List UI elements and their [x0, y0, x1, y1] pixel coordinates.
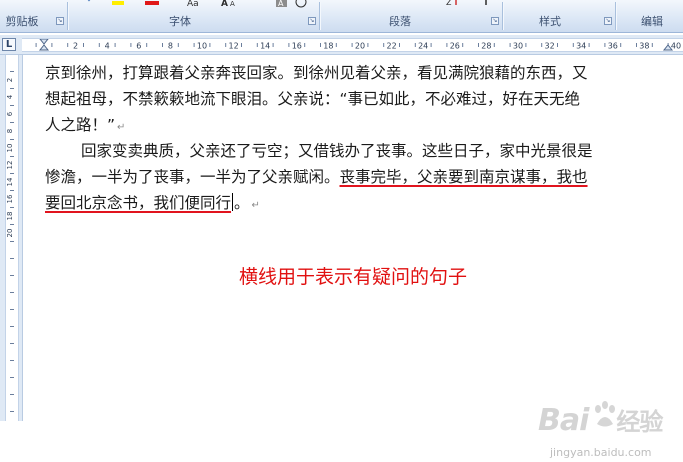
- ribbon-separator: [615, 2, 616, 30]
- vertical-ruler-bar[interactable]: 2 4 6 8 10 12 14 16 18 20: [5, 55, 19, 421]
- text-run: 人之路！”: [45, 116, 116, 134]
- document-page[interactable]: 京到徐州，打算跟着父亲奔丧回家。到徐州见着父亲，看见满院狼藉的东西，又 想起祖母…: [23, 55, 683, 459]
- format-painter-icon[interactable]: [48, 0, 60, 4]
- ribbon-separator: [67, 2, 68, 30]
- ribbon-group-styles-label: 样式: [539, 15, 561, 28]
- svg-text:A: A: [230, 0, 235, 8]
- styles-launcher-icon[interactable]: ↘: [604, 17, 612, 25]
- ruler-tick-label: 10: [197, 42, 207, 51]
- enclose-char-icon[interactable]: [294, 0, 308, 8]
- ruler-ticks: 2 4 6 8 10 12 14 16 18 20 22 24 26 28 30 32 34 36 38 40: [35, 39, 681, 51]
- text-line: 惨澹，一半为了丧事，一半为了父亲赋闲。丧事完毕，父亲要到南京谋事，我也: [45, 164, 665, 190]
- vertical-ruler: 2 4 6 8 10 12 14 16 18 20: [0, 55, 23, 421]
- svg-text:A: A: [278, 0, 284, 8]
- ruler-tick-label: 32: [545, 42, 555, 51]
- underlined-text-run: 丧事完毕，父亲要到南京谋事，我也: [339, 168, 588, 186]
- ruler-tick-label: 24: [418, 42, 428, 51]
- text-line: 回家变卖典质，父亲还了亏空；又借钱办了丧事。这些日子，家中光景很是: [45, 138, 665, 164]
- text-run: 想起祖母，不禁簌簌地流下眼泪。父亲说：“事已如此，不必难过，好在天无绝: [45, 90, 581, 108]
- text-line: 人之路！” ↵: [45, 112, 665, 138]
- text-run: 惨澹，一半为了丧事，一半为了父亲赋闲。: [45, 168, 340, 186]
- text-cursor: [232, 193, 234, 211]
- ribbon-group-editing-label: 编辑: [641, 15, 663, 28]
- ruler-tick-label: 6: [136, 42, 141, 51]
- vruler-tick-label: 20: [6, 229, 14, 238]
- ruler-tick-label: 4: [105, 42, 110, 51]
- ribbon-group-clipboard-label: 剪贴板: [5, 15, 39, 28]
- underlined-text-run: 要回北京念书，我们便同行: [45, 194, 232, 212]
- font-color-icon[interactable]: [144, 0, 160, 6]
- vruler-tick-label: 2: [6, 78, 14, 82]
- paragraph-mark-icon: ↵: [251, 200, 260, 211]
- watermark-url: jingyan.baidu.com: [550, 446, 652, 459]
- vertical-ruler-ticks: 2 4 6 8 10 12 14 16 18 20: [6, 71, 14, 412]
- vruler-tick-label: 12: [6, 161, 14, 170]
- vruler-tick-label: 18: [6, 212, 14, 221]
- vruler-tick-label: 8: [6, 129, 14, 133]
- svg-text:Aa: Aa: [187, 0, 199, 8]
- ribbon-separator: [502, 2, 503, 30]
- ruler-tick-label: 26: [450, 42, 460, 51]
- svg-text:A: A: [221, 0, 228, 8]
- svg-text:Z: Z: [446, 0, 452, 7]
- ruler-tick-label: 8: [168, 42, 173, 51]
- text-run: 京到徐州，打算跟着父亲奔丧回家。到徐州见着父亲，看见满院狼藉的东西，又: [45, 64, 588, 82]
- clipboard-launcher-icon[interactable]: ↘: [56, 17, 64, 25]
- show-marks-icon[interactable]: [480, 0, 492, 7]
- ruler-tick-label: 12: [229, 42, 239, 51]
- paragraph-mark-icon: ↵: [117, 122, 126, 133]
- ruler-tick-label: 30: [513, 42, 523, 51]
- text-line: 京到徐州，打算跟着父亲奔丧回家。到徐州见着父亲，看见满院狼藉的东西，又: [45, 60, 665, 86]
- grow-font-icon[interactable]: AA: [221, 0, 241, 8]
- document-body[interactable]: 京到徐州，打算跟着父亲奔丧回家。到徐州见着父亲，看见满院狼藉的东西，又 想起祖母…: [45, 60, 665, 216]
- vruler-tick-label: 6: [6, 111, 14, 116]
- ruler-tick-label: 18: [323, 42, 333, 51]
- ruler-tick-label: 16: [292, 42, 302, 51]
- font-launcher-icon[interactable]: ↘: [308, 17, 316, 25]
- paragraph-launcher-icon[interactable]: ↘: [491, 17, 499, 25]
- sort-icon[interactable]: Z: [446, 0, 460, 7]
- annotation-text: 横线用于表示有疑问的句子: [238, 266, 467, 288]
- highlight-icon[interactable]: [110, 0, 126, 6]
- first-line-indent-marker[interactable]: [39, 39, 49, 45]
- ruler-bar[interactable]: 2 4 6 8 10 12 14 16 18 20 22 24 26 28 30 32 34 36 38 40: [22, 38, 683, 52]
- vruler-tick-label: 10: [6, 144, 14, 153]
- ruler-tick-label: 40: [671, 42, 681, 51]
- hanging-indent-marker[interactable]: [38, 44, 50, 51]
- tab-selector-button[interactable]: L: [2, 38, 16, 51]
- clear-format-icon[interactable]: [82, 0, 96, 4]
- ruler-tick-label: 22: [387, 42, 397, 51]
- ruler-tick-label: 20: [355, 42, 365, 51]
- ruler-tick-label: 2: [73, 42, 78, 51]
- ruler-tick-label: 28: [481, 42, 491, 51]
- text-run: 回家变卖典质，父亲还了亏空；又借钱办了丧事。这些日子，家中光景很是: [81, 142, 593, 160]
- ruler-tick-label: 34: [576, 42, 586, 51]
- baidu-jingyan-watermark: Bai 经验 jingyan.baidu.com: [538, 400, 683, 462]
- ribbon-group-paragraph-label: 段落: [389, 15, 411, 28]
- ruler-tick-label: 14: [260, 42, 270, 51]
- change-case-icon[interactable]: Aa: [187, 0, 207, 8]
- text-run: 。: [234, 194, 250, 212]
- text-line: 要回北京念书，我们便同行。 ↵: [45, 190, 665, 216]
- ruler-tick-label: 36: [608, 42, 618, 51]
- ribbon-separator: [319, 2, 320, 30]
- ribbon-group-font-label: 字体: [169, 15, 191, 28]
- text-line: 想起祖母，不禁簌簌地流下眼泪。父亲说：“事已如此，不必难过，好在天无绝: [45, 86, 665, 112]
- ruler-tick-label: 38: [639, 42, 649, 51]
- paw-logo-icon: [595, 401, 615, 427]
- vruler-tick-label: 4: [6, 94, 14, 99]
- ribbon: Aa AA A Z 剪贴板 ↘ 字体 ↘ 段落 ↘ 样式 ↘ 编辑: [0, 0, 683, 33]
- vruler-tick-label: 16: [6, 194, 14, 203]
- horizontal-ruler: L 2 4 6 8 10 12 14 16 18 20 22 24 26 28 30 32 34 36 38 40: [0, 35, 683, 55]
- character-shading-icon[interactable]: A: [275, 0, 289, 8]
- vruler-tick-label: 14: [6, 177, 14, 186]
